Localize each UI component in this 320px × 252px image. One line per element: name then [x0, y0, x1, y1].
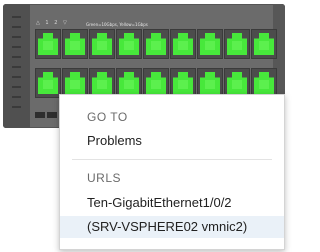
port-status-icon	[200, 33, 220, 55]
port-status-icon	[119, 33, 139, 55]
switch-port[interactable]	[116, 29, 142, 59]
port-number-labels: △ 1 2 ▽	[36, 20, 69, 26]
switch-port[interactable]	[35, 29, 61, 59]
port-status-icon	[146, 33, 166, 55]
context-menu: GO TO Problems URLS Ten-GigabitEthernet1…	[59, 94, 285, 250]
switch-port[interactable]	[89, 29, 115, 59]
urls-section-header: URLS	[87, 171, 122, 185]
switch-port[interactable]	[224, 29, 250, 59]
port-status-icon	[65, 72, 85, 94]
port-status-icon	[227, 72, 247, 94]
port-status-icon	[92, 72, 112, 94]
port-status-icon	[254, 33, 274, 55]
url-item-interface[interactable]: Ten-GigabitEthernet1/0/2	[60, 192, 284, 214]
speed-legend: Green=10Gbps, Yellow=1Gbps	[86, 22, 148, 27]
switch-port[interactable]	[251, 29, 277, 59]
port-status-icon	[254, 72, 274, 94]
switch-port[interactable]	[197, 29, 223, 59]
port-status-icon	[146, 72, 166, 94]
port-status-icon	[173, 72, 193, 94]
url-item-vmnic[interactable]: (SRV-VSPHERE02 vmnic2)	[60, 216, 284, 238]
goto-section-header: GO TO	[87, 110, 128, 124]
port-status-icon	[173, 33, 193, 55]
switch-port[interactable]	[35, 68, 61, 98]
port-row-top	[35, 29, 277, 59]
port-status-icon	[38, 72, 58, 94]
switch-port[interactable]	[170, 29, 196, 59]
switch-port[interactable]	[143, 29, 169, 59]
menu-divider	[72, 159, 272, 160]
rack-ear-left	[3, 4, 30, 128]
port-status-icon	[227, 33, 247, 55]
port-status-icon	[38, 33, 58, 55]
switch-port[interactable]	[62, 29, 88, 59]
problems-menu-item[interactable]: Problems	[60, 130, 284, 152]
port-status-icon	[200, 72, 220, 94]
port-status-icon	[92, 33, 112, 55]
port-status-icon	[65, 33, 85, 55]
port-status-icon	[119, 72, 139, 94]
